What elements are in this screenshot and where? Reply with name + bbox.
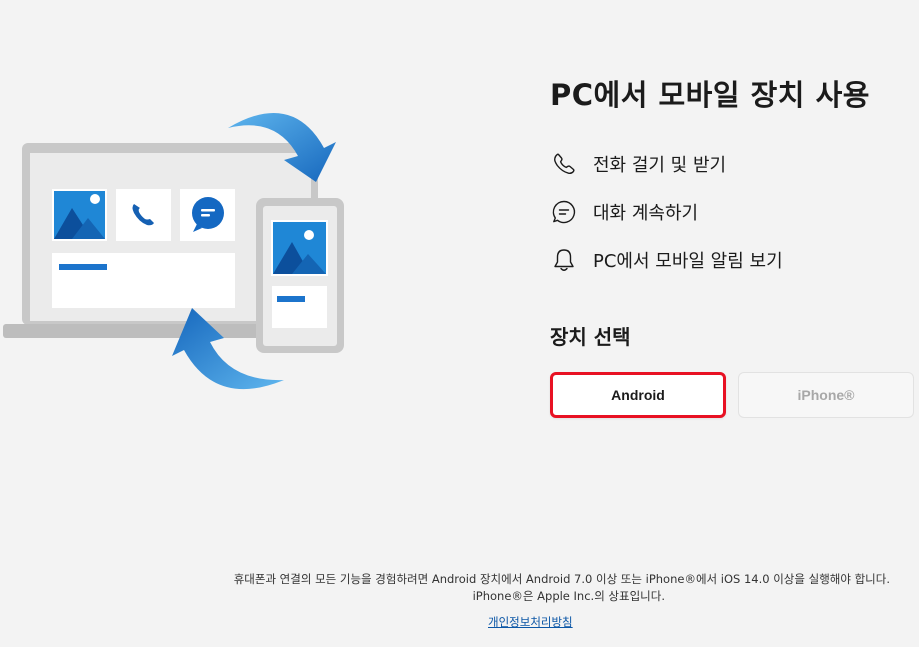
feature-item-calls: 전화 걸기 및 받기 [550,148,783,180]
phone-icon [550,150,578,178]
chat-icon [550,198,578,226]
hero-illustration [3,112,344,390]
feature-item-notifications: PC에서 모바일 알림 보기 [550,244,783,276]
android-button[interactable]: Android [550,372,726,418]
feature-label: PC에서 모바일 알림 보기 [593,251,783,272]
requirements-text: 휴대폰과 연결의 모든 기능을 경험하려면 Android 장치에서 Andro… [233,572,890,586]
feature-item-messages: 대화 계속하기 [550,196,783,228]
feature-list: 전화 걸기 및 받기 대화 계속하기 PC에서 모바일 알림 보기 [550,148,783,292]
phone-graphic [256,198,344,353]
privacy-link[interactable]: 개인정보처리방침 [488,614,573,630]
feature-label: 전화 걸기 및 받기 [593,155,727,176]
footer-note: 휴대폰과 연결의 모든 기능을 경험하려면 Android 장치에서 Andro… [0,571,890,605]
device-select-heading: 장치 선택 [550,325,631,349]
trademark-text: iPhone®은 Apple Inc.의 상표입니다. [472,589,665,603]
page-title: PC에서 모바일 장치 사용 [550,78,870,112]
bell-icon [550,246,578,274]
feature-label: 대화 계속하기 [593,203,699,224]
iphone-button[interactable]: iPhone® [738,372,914,418]
